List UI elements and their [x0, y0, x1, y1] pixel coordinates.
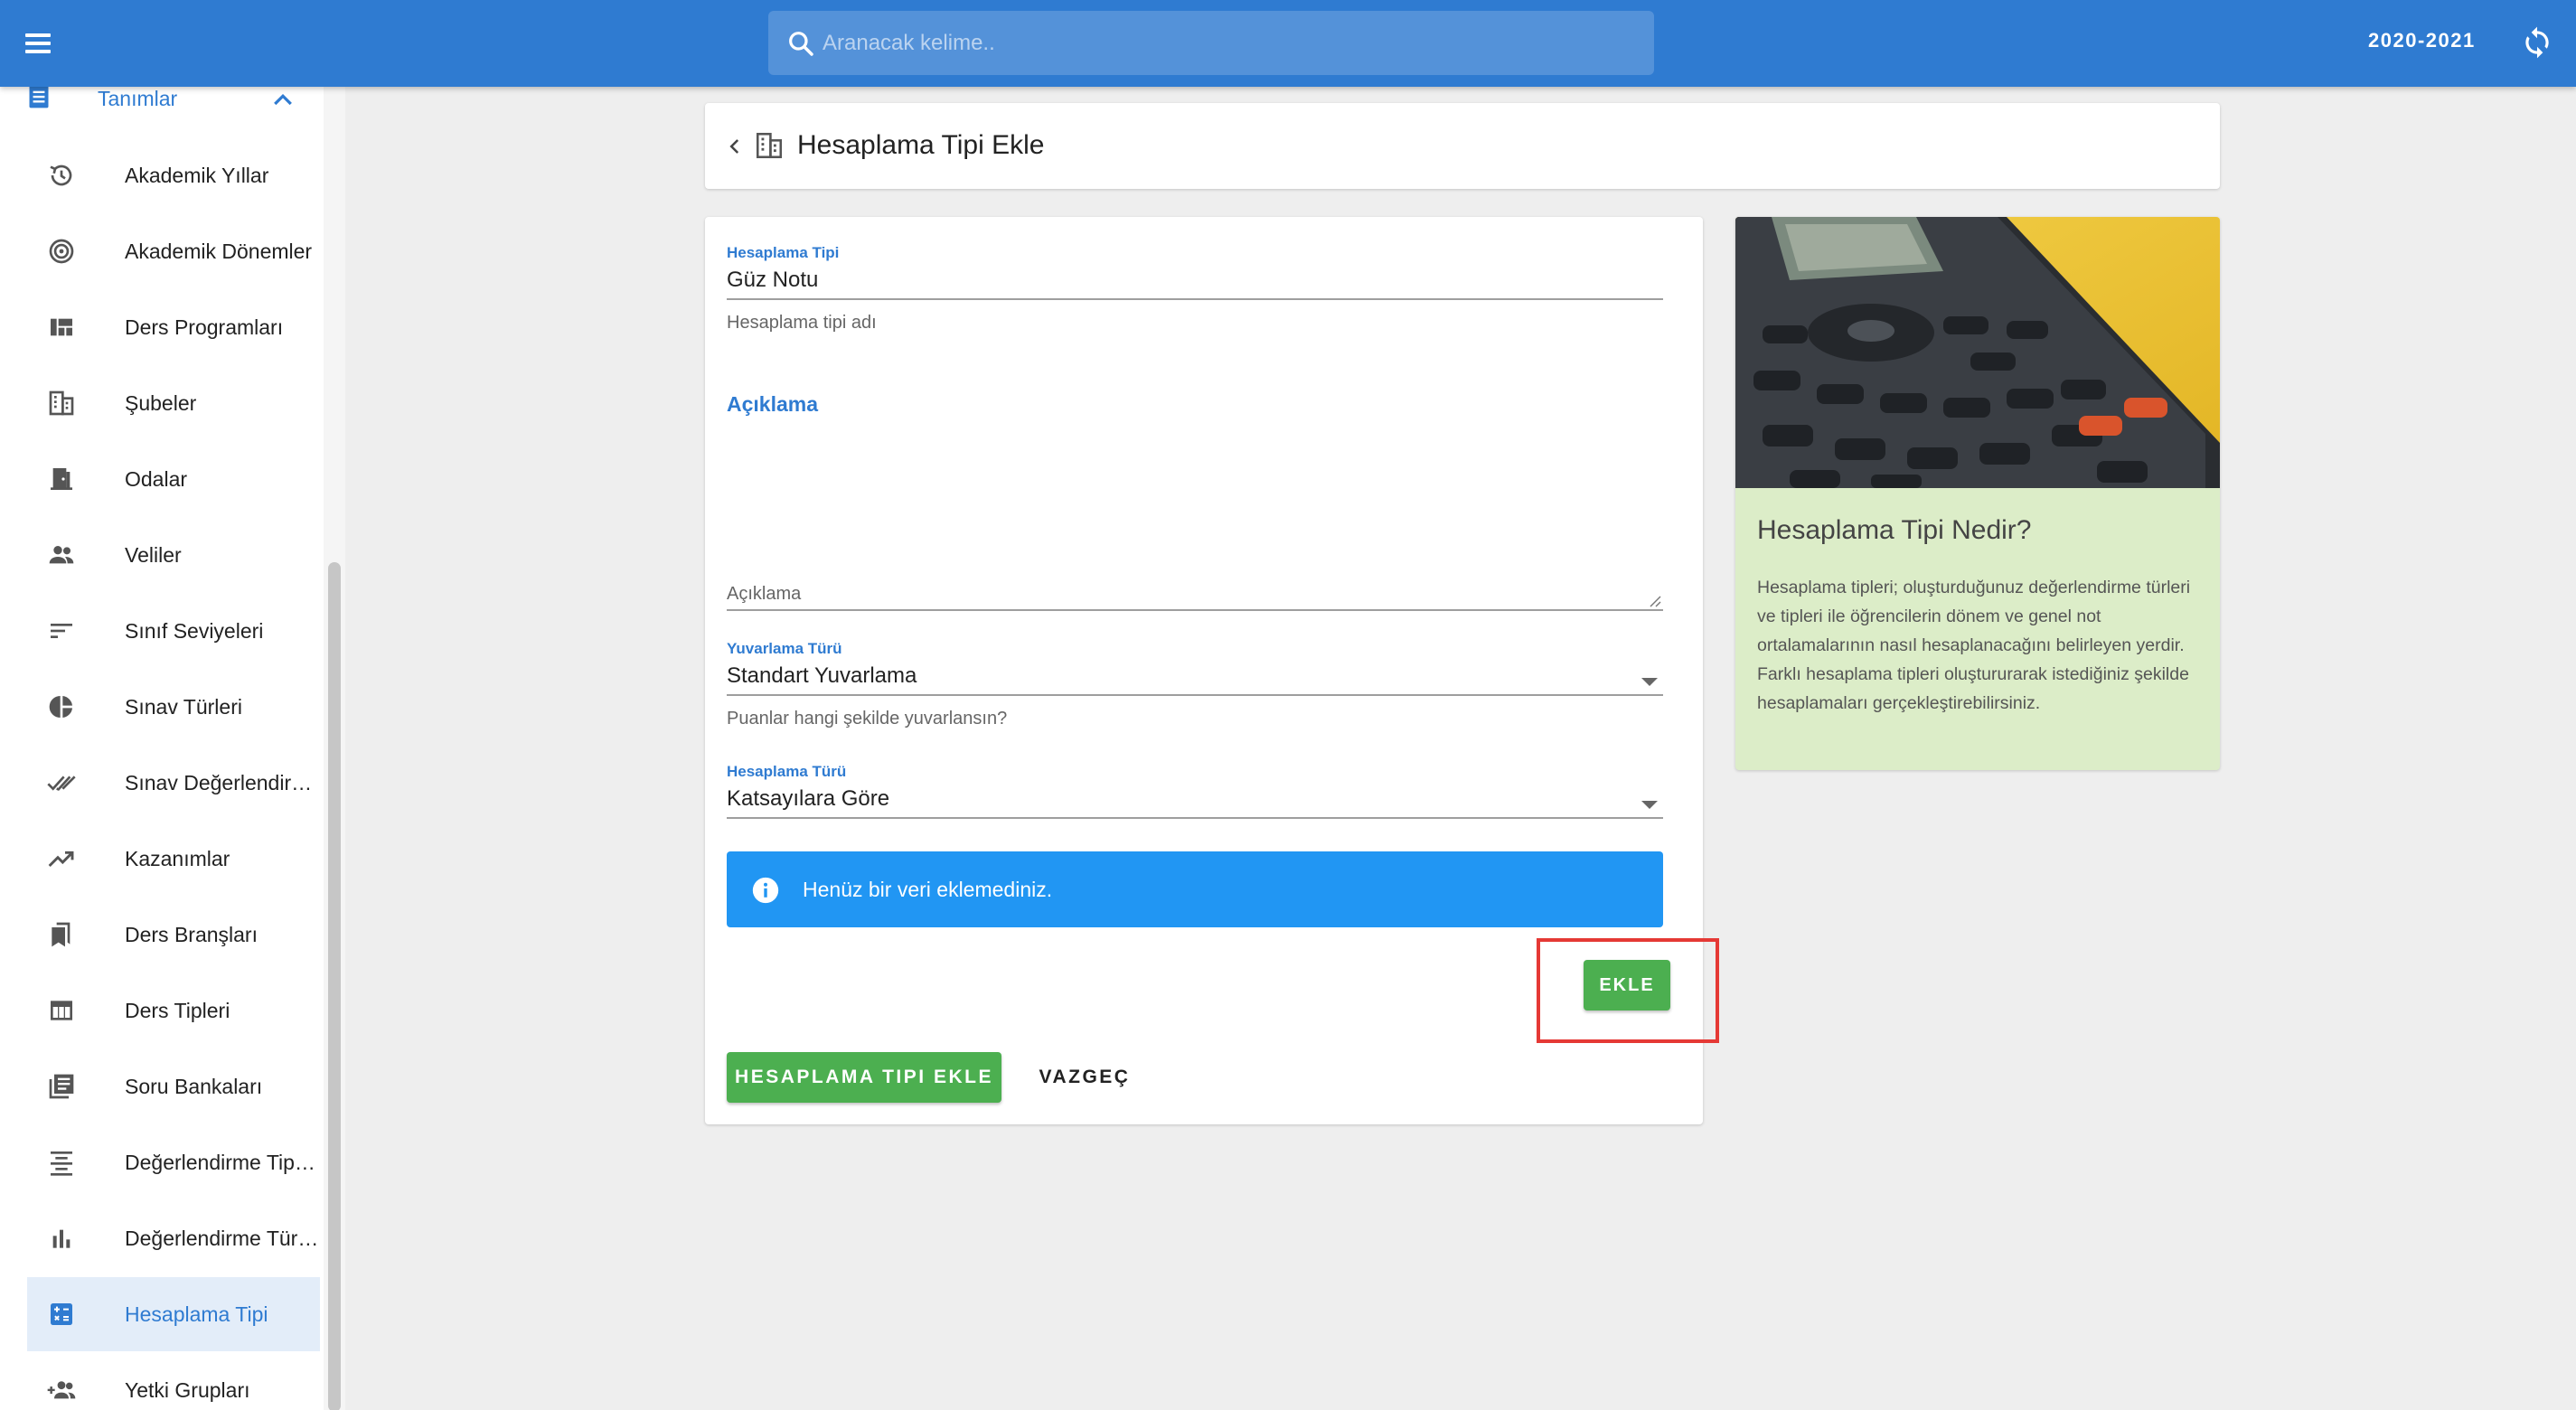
- description-label: Açıklama: [727, 392, 819, 416]
- sidebar-item-label: Yetki Grupları: [125, 1378, 250, 1402]
- sidebar-item-label: Değerlendirme Tipleri: [125, 1151, 320, 1174]
- sidebar-item-hesaplama-tipi[interactable]: Hesaplama Tipi: [27, 1277, 320, 1351]
- building-icon: [49, 390, 74, 416]
- description-textarea[interactable]: [727, 569, 1663, 611]
- align-center-icon: [51, 1152, 72, 1176]
- info-description: Hesaplama tipleri; oluşturduğunuz değerl…: [1757, 578, 2191, 713]
- rounding-type-select[interactable]: Yuvarlama Türü Standart Yuvarlama Puanla…: [727, 640, 1663, 729]
- sidebar-item-degerlendirme-tipleri[interactable]: Değerlendirme Tipleri: [27, 1125, 320, 1199]
- sidebar-item-label: Değerlendirme Türleri: [125, 1227, 320, 1250]
- field-underline: [727, 298, 1663, 300]
- sidebar-item-sinav-turleri[interactable]: Sınav Türleri: [27, 670, 320, 744]
- calculation-method-select[interactable]: Hesaplama Türü Katsayılara Göre: [727, 763, 1663, 819]
- sidebar-item-sinif-seviyeleri[interactable]: Sınıf Seviyeleri: [27, 594, 320, 668]
- search-input[interactable]: [823, 11, 1636, 75]
- sidebar-item-yetki-gruplari[interactable]: Yetki Grupları: [27, 1353, 320, 1410]
- history-icon: [50, 164, 72, 186]
- sidebar-item-ders-tipleri[interactable]: Ders Tipleri: [27, 973, 320, 1048]
- sidebar-item-subeler[interactable]: Şubeler: [27, 366, 320, 440]
- resize-handle-icon[interactable]: [1647, 593, 1661, 607]
- door-icon: [51, 468, 72, 490]
- people-icon: [49, 546, 74, 564]
- field-label: Yuvarlama Türü: [727, 640, 842, 657]
- search-icon: [789, 32, 813, 56]
- list-icon: [29, 87, 49, 108]
- bar-chart-icon: [52, 1229, 71, 1248]
- info-icon: [752, 877, 779, 904]
- sync-icon[interactable]: [2520, 25, 2554, 60]
- info-alert: Henüz bir veri eklemediniz.: [727, 851, 1663, 927]
- top-app-bar: 2020-2021: [0, 0, 2576, 87]
- sidebar-item-ders-branslari[interactable]: Ders Branşları: [27, 898, 320, 972]
- page-header-card: Hesaplama Tipi Ekle: [705, 103, 2220, 189]
- field-underline: [727, 694, 1663, 696]
- back-chevron-icon[interactable]: [725, 134, 743, 159]
- academic-year-label[interactable]: 2020-2021: [2368, 29, 2476, 52]
- building-icon: [756, 132, 783, 159]
- sidebar-item-sinav-degerlendirme[interactable]: Sınav Değerlendirme: [27, 746, 320, 820]
- info-card: Hesaplama Tipi Nedir? Hesaplama tipleri;…: [1735, 217, 2220, 770]
- menu-icon[interactable]: [24, 29, 52, 58]
- calculation-method-value[interactable]: Katsayılara Göre: [727, 786, 1663, 817]
- sidebar-item-label: Akademik Yıllar: [125, 164, 269, 187]
- sidebar-item-label: Ders Branşları: [125, 923, 258, 946]
- sidebar-item-label: Sınav Türleri: [125, 695, 242, 719]
- sidebar-group-tanimlar[interactable]: Tanımlar: [0, 87, 321, 112]
- description-hint: Açıklama: [727, 584, 802, 604]
- add-button[interactable]: EKLE: [1584, 960, 1670, 1010]
- sidebar-item-degerlendirme-turleri[interactable]: Değerlendirme Türleri: [27, 1201, 320, 1275]
- sidebar-item-kazanimlar[interactable]: Kazanımlar: [27, 822, 320, 896]
- double-check-icon: [47, 776, 76, 791]
- dropdown-arrow-icon[interactable]: [1641, 678, 1658, 686]
- sidebar-item-label: Ders Tipleri: [125, 999, 230, 1022]
- rounding-type-value[interactable]: Standart Yuvarlama: [727, 663, 1663, 694]
- sidebar-scrollbar-thumb[interactable]: [328, 562, 341, 1410]
- sidebar-item-soru-bankalari[interactable]: Soru Bankaları: [27, 1049, 320, 1123]
- sidebar-item-label: Ders Programları: [125, 315, 284, 339]
- sort-icon: [51, 624, 72, 638]
- pie-chart-icon: [49, 696, 72, 718]
- target-icon: [49, 239, 74, 264]
- sidebar-item-label: Veliler: [125, 543, 182, 567]
- field-underline: [727, 609, 1663, 611]
- info-title: Hesaplama Tipi Nedir?: [1757, 515, 2032, 545]
- calculator-image: [1735, 217, 2220, 488]
- trending-up-icon: [48, 851, 74, 868]
- dashboard-icon: [51, 318, 72, 336]
- sidebar-item-label: Şubeler: [125, 391, 197, 415]
- sidebar-item-ders-programlari[interactable]: Ders Programları: [27, 290, 320, 364]
- sidebar-item-label: Hesaplama Tipi: [125, 1302, 268, 1326]
- sidebar-item-label: Soru Bankaları: [125, 1075, 263, 1098]
- calculation-type-input[interactable]: Güz Notu: [727, 268, 1663, 298]
- field-hint: Hesaplama tipi adı: [727, 313, 877, 333]
- sidebar-item-odalar[interactable]: Odalar: [27, 442, 320, 516]
- calculator-icon: [51, 1303, 72, 1325]
- field-underline: [727, 817, 1663, 819]
- sidebar-item-label: Kazanımlar: [125, 847, 230, 870]
- submit-button[interactable]: HESAPLAMA TIPI EKLE: [727, 1052, 1001, 1103]
- sidebar-item-label: Sınav Değerlendirme: [125, 771, 320, 794]
- page-title: Hesaplama Tipi Ekle: [797, 130, 1045, 160]
- library-books-icon: [49, 1074, 74, 1099]
- field-hint: Puanlar hangi şekilde yuvarlansın?: [727, 709, 1008, 728]
- sidebar-group-label: Tanımlar: [98, 87, 178, 110]
- chevron-up-icon[interactable]: [269, 90, 296, 108]
- sidebar-item-akademik-donemler[interactable]: Akademik Dönemler: [27, 214, 320, 288]
- cancel-button[interactable]: VAZGEÇ: [1021, 1052, 1148, 1103]
- sidebar-item-label: Akademik Dönemler: [125, 240, 313, 263]
- sidebar-item-akademik-yillar[interactable]: Akademik Yıllar: [27, 138, 320, 212]
- sidebar-item-label: Sınıf Seviyeleri: [125, 619, 264, 643]
- form-card: Hesaplama Tipi Güz Notu Hesaplama tipi a…: [705, 217, 1719, 1124]
- field-label: Hesaplama Türü: [727, 763, 847, 780]
- table-icon: [51, 1001, 72, 1020]
- field-label: Hesaplama Tipi: [727, 244, 840, 261]
- dropdown-arrow-icon[interactable]: [1641, 801, 1658, 809]
- calculation-type-field[interactable]: Hesaplama Tipi Güz Notu Hesaplama tipi a…: [727, 244, 1663, 334]
- search-box[interactable]: [768, 11, 1654, 75]
- group-add-icon: [47, 1381, 76, 1399]
- alert-message: Henüz bir veri eklemediniz.: [803, 878, 1053, 901]
- sidebar-item-label: Odalar: [125, 467, 188, 491]
- bookmarks-icon: [52, 922, 71, 947]
- sidebar-item-veliler[interactable]: Veliler: [27, 518, 320, 592]
